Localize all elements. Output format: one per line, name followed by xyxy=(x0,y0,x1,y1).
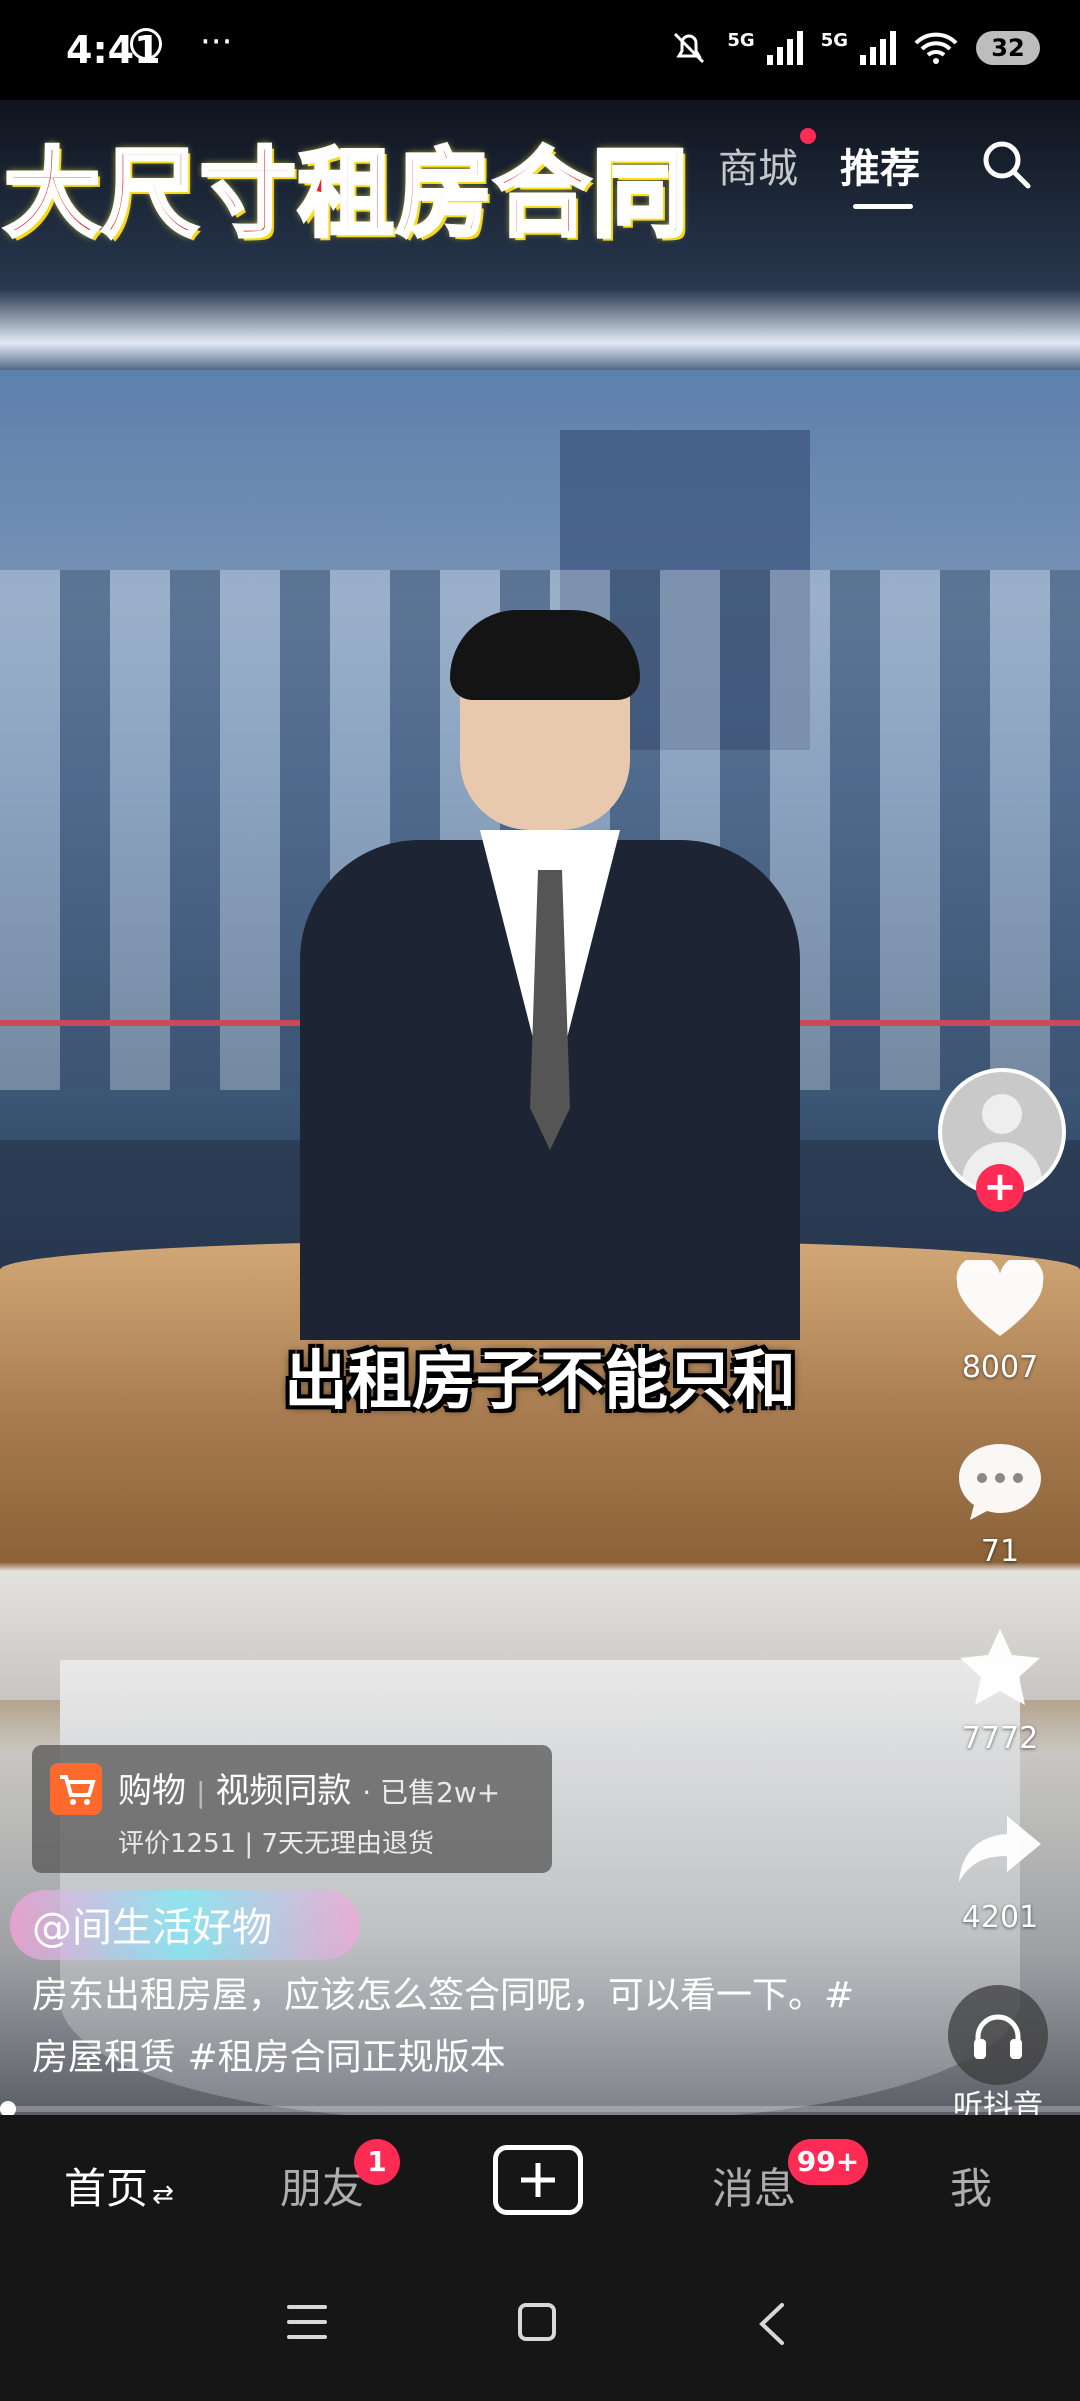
like-button[interactable]: 8007 xyxy=(920,1256,1080,1385)
nav-friends[interactable]: 朋友 xyxy=(280,2155,364,2216)
top-nav: 商城 推荐 xyxy=(0,100,1080,230)
battery-indicator: 32 xyxy=(976,31,1040,65)
tab-mall[interactable]: 商城 xyxy=(718,136,798,194)
comment-button[interactable]: 71 xyxy=(920,1440,1080,1569)
mute-icon xyxy=(674,32,705,64)
product-meta: 评价1251 | 7天无理由退货 xyxy=(118,1829,434,1859)
friends-badge: 1 xyxy=(354,2139,400,2185)
back-icon[interactable] xyxy=(752,2301,792,2347)
video-description[interactable]: 房东出租房屋，应该怎么签合同呢，可以看一下。#房屋租赁 #租房合同正规版本 xyxy=(32,1965,872,2089)
clock-icon xyxy=(130,28,162,60)
signal-1-icon xyxy=(766,31,803,65)
status-bar: 4:41 ··· 5G 5G 32 xyxy=(0,0,1080,100)
favorite-count: 7772 xyxy=(961,1721,1039,1756)
comment-icon xyxy=(959,1444,1041,1520)
video-progress-bar[interactable] xyxy=(0,2101,1080,2117)
author-name[interactable]: @间生活好物 xyxy=(32,1895,272,1953)
create-button[interactable] xyxy=(493,2145,583,2215)
like-count: 8007 xyxy=(961,1350,1039,1385)
share-button[interactable]: 4201 xyxy=(920,1810,1080,1935)
video-subtitle: 出租房子不能只和 xyxy=(284,1345,796,1419)
search-icon[interactable] xyxy=(978,136,1034,192)
product-category: 购物 xyxy=(118,1771,186,1811)
star-icon xyxy=(960,1629,1040,1705)
home-icon[interactable] xyxy=(518,2303,556,2341)
news-anchor xyxy=(300,610,800,1340)
nav-home[interactable]: 首页 ⇄ xyxy=(64,2155,174,2216)
bottom-nav: 首页 ⇄ 朋友 1 消息 99+ 我 xyxy=(0,2115,1080,2255)
product-card[interactable]: 购物 | 视频同款 · 已售2w+ 评价1251 | 7天无理由退货 xyxy=(32,1745,552,1873)
mall-notification-dot xyxy=(800,128,816,144)
shopping-cart-icon xyxy=(50,1763,102,1815)
refresh-icon: ⇄ xyxy=(152,2180,174,2210)
nav-messages[interactable]: 消息 xyxy=(712,2155,796,2216)
more-notifications-icon: ··· xyxy=(200,22,233,62)
system-nav xyxy=(0,2255,1080,2401)
tab-recommend[interactable]: 推荐 xyxy=(840,136,920,194)
listen-button[interactable]: 听抖音 xyxy=(940,1985,1056,2125)
comment-count: 71 xyxy=(980,1534,1020,1569)
follow-button[interactable]: + xyxy=(976,1164,1024,1212)
signal-2-icon xyxy=(860,31,896,65)
signal-1-label: 5G xyxy=(727,29,755,51)
heart-icon xyxy=(956,1256,1044,1336)
share-icon xyxy=(959,1816,1041,1882)
headphones-icon xyxy=(974,2014,1022,2059)
recent-apps-icon[interactable] xyxy=(287,2305,327,2345)
wifi-icon xyxy=(914,32,958,64)
favorite-button[interactable]: 7772 xyxy=(920,1625,1080,1756)
product-sold: · 已售2w+ xyxy=(362,1776,501,1809)
product-name: 视频同款 xyxy=(215,1771,352,1811)
nav-me[interactable]: 我 xyxy=(950,2155,992,2216)
signal-2-label: 5G xyxy=(820,29,848,51)
tab-active-indicator xyxy=(853,204,913,209)
share-count: 4201 xyxy=(961,1900,1039,1935)
messages-badge: 99+ xyxy=(788,2139,868,2185)
